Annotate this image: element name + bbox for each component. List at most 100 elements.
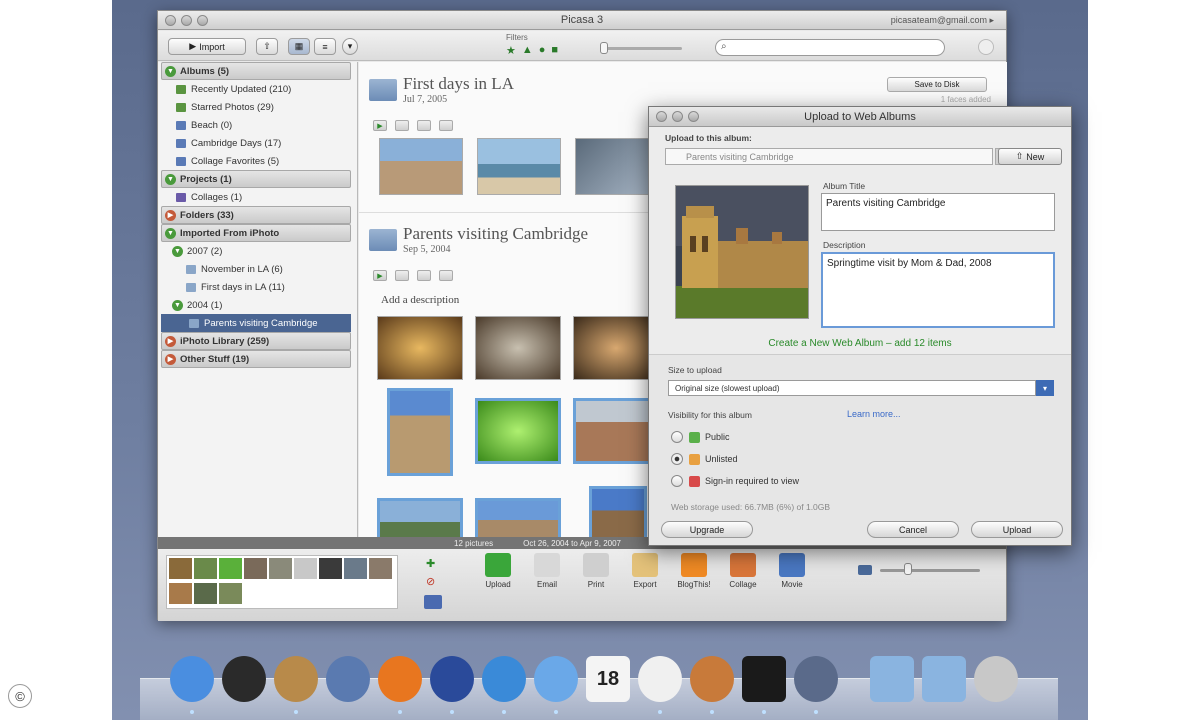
- tray-action-movie-button[interactable]: Movie: [772, 553, 812, 589]
- tray-thumbnail[interactable]: [344, 558, 367, 579]
- account-menu[interactable]: picasateam@gmail.com ▸: [891, 15, 994, 26]
- dashboard-icon[interactable]: [222, 656, 266, 702]
- photo-thumbnail[interactable]: [475, 316, 561, 380]
- photo-thumbnail-selected[interactable]: [387, 388, 453, 476]
- upload-album-button[interactable]: ⇧: [256, 38, 278, 55]
- people-icon[interactable]: [395, 270, 409, 281]
- properties-icon[interactable]: [439, 120, 453, 131]
- chevron-down-icon[interactable]: ▾: [1036, 380, 1054, 396]
- tray-action-export-button[interactable]: Export: [625, 553, 665, 589]
- tray-action-blogthis-button[interactable]: BlogThis!: [674, 553, 714, 589]
- thumbnail-size-slider[interactable]: [880, 569, 980, 572]
- tray-action-email-button[interactable]: Email: [527, 553, 567, 589]
- geotag-icon[interactable]: [417, 270, 431, 281]
- sidebar-item[interactable]: Collage Favorites (5): [158, 152, 357, 170]
- view-list-button[interactable]: ≡: [314, 38, 336, 55]
- expand-toggle-icon[interactable]: ▼: [165, 227, 176, 239]
- tray-action-collage-button[interactable]: Collage: [723, 553, 763, 589]
- photo-thumbnail[interactable]: [477, 138, 561, 195]
- photo-thumbnail[interactable]: [377, 316, 463, 380]
- sidebar-item-2007[interactable]: ▼ 2007 (2): [158, 242, 357, 260]
- photo-tray-selection[interactable]: [166, 555, 398, 609]
- create-web-album-link[interactable]: Create a New Web Album – add 12 items: [649, 338, 1071, 349]
- view-menu-button[interactable]: ▾: [342, 38, 358, 55]
- finder-icon[interactable]: [170, 656, 214, 702]
- sidebar-item-november-la[interactable]: November in LA (6): [158, 260, 357, 278]
- trash-icon[interactable]: [974, 656, 1018, 702]
- google-earth-icon[interactable]: [430, 656, 474, 702]
- upload-album-combo[interactable]: Parents visiting Cambridge: [665, 148, 993, 165]
- sidebar-item[interactable]: Beach (0): [158, 116, 357, 134]
- photo-thumbnail-selected[interactable]: [573, 398, 659, 464]
- tray-thumbnail[interactable]: [294, 558, 317, 579]
- sidebar-group[interactable]: ▶ Folders (33): [161, 206, 351, 224]
- sidebar-item-first-days[interactable]: First days in LA (11): [158, 278, 357, 296]
- upload-button[interactable]: Upload: [971, 521, 1063, 538]
- expand-toggle-icon[interactable]: ▼: [172, 245, 183, 257]
- save-to-disk-button[interactable]: Save to Disk: [887, 77, 987, 92]
- learn-more-link[interactable]: Learn more...: [847, 409, 901, 419]
- documents-folder-icon[interactable]: [922, 656, 966, 702]
- filter-slider-knob[interactable]: [600, 42, 608, 54]
- visibility-signin-radio[interactable]: [671, 475, 683, 487]
- sidebar-item[interactable]: Collages (1): [158, 188, 357, 206]
- iphoto-icon[interactable]: [690, 656, 734, 702]
- applications-folder-icon[interactable]: [870, 656, 914, 702]
- thumbnail-size-knob[interactable]: [904, 563, 912, 575]
- collapse-toggle-icon[interactable]: ▶: [165, 209, 176, 221]
- description-textarea[interactable]: Springtime visit by Mom & Dad, 2008: [821, 252, 1055, 328]
- sidebar-item[interactable]: Recently Updated (210): [158, 80, 357, 98]
- new-album-button[interactable]: ⇧ New: [998, 148, 1062, 165]
- view-grid-button[interactable]: ▦: [288, 38, 310, 55]
- tray-thumbnail[interactable]: [219, 583, 242, 604]
- photo-thumbnail-selected[interactable]: [475, 498, 561, 537]
- filter-slider-track[interactable]: [604, 47, 682, 50]
- sidebar-group[interactable]: ▼ Albums (5): [161, 62, 351, 80]
- import-button[interactable]: ▶ Import: [168, 38, 246, 55]
- collapse-toggle-icon[interactable]: ▶: [165, 353, 176, 365]
- ical-icon[interactable]: 18: [586, 656, 630, 702]
- geotag-icon[interactable]: [417, 120, 431, 131]
- picasa-icon[interactable]: [638, 656, 682, 702]
- tray-thumbnail[interactable]: [219, 558, 242, 579]
- firefox-icon[interactable]: [378, 656, 422, 702]
- star-filter-icon[interactable]: ★: [506, 44, 516, 57]
- clear-icon[interactable]: ⊘: [426, 575, 440, 589]
- expand-toggle-icon[interactable]: ▼: [172, 299, 183, 311]
- expand-toggle-icon[interactable]: ▼: [165, 65, 176, 77]
- tray-thumbnail[interactable]: [194, 583, 217, 604]
- photo-thumbnail-selected[interactable]: [475, 398, 561, 464]
- tray-thumbnail[interactable]: [194, 558, 217, 579]
- tray-thumbnail[interactable]: [244, 558, 267, 579]
- cancel-button[interactable]: Cancel: [867, 521, 959, 538]
- sidebar-group[interactable]: ▶ Other Stuff (19): [161, 350, 351, 368]
- photo-thumbnail[interactable]: [573, 316, 659, 380]
- add-description-field[interactable]: Add a description: [381, 294, 459, 306]
- tray-action-print-button[interactable]: Print: [576, 553, 616, 589]
- tray-thumbnail[interactable]: [169, 558, 192, 579]
- photo-thumbnail[interactable]: [575, 138, 659, 195]
- photo-thumbnail-selected[interactable]: [377, 498, 463, 537]
- photo-thumbnail-selected[interactable]: [589, 486, 647, 537]
- people-filter-icon[interactable]: ●: [539, 44, 546, 57]
- upgrade-button[interactable]: Upgrade: [661, 521, 753, 538]
- add-to-album-icon[interactable]: [424, 595, 442, 609]
- tray-thumbnail[interactable]: [269, 558, 292, 579]
- play-slideshow-icon[interactable]: ▶: [373, 120, 387, 131]
- album-title-input[interactable]: Parents visiting Cambridge: [821, 193, 1055, 231]
- sidebar-item[interactable]: Cambridge Days (17): [158, 134, 357, 152]
- video-filter-icon[interactable]: ■: [551, 44, 558, 57]
- terminal-icon[interactable]: [742, 656, 786, 702]
- sidebar-group[interactable]: ▼ Imported From iPhoto: [161, 224, 351, 242]
- upload-filter-icon[interactable]: ▲: [522, 44, 533, 57]
- sidebar-group[interactable]: ▼ Projects (1): [161, 170, 351, 188]
- itunes-icon[interactable]: [534, 656, 578, 702]
- hold-icon[interactable]: ✚: [426, 557, 440, 571]
- sidebar-item-parents-visiting[interactable]: Parents visiting Cambridge: [161, 314, 351, 332]
- people-icon[interactable]: [395, 120, 409, 131]
- address-book-icon[interactable]: [274, 656, 318, 702]
- photo-booth-icon[interactable]: [794, 656, 838, 702]
- expand-toggle-icon[interactable]: ▼: [165, 173, 176, 185]
- collapse-toggle-icon[interactable]: ▶: [165, 335, 176, 347]
- properties-icon[interactable]: [439, 270, 453, 281]
